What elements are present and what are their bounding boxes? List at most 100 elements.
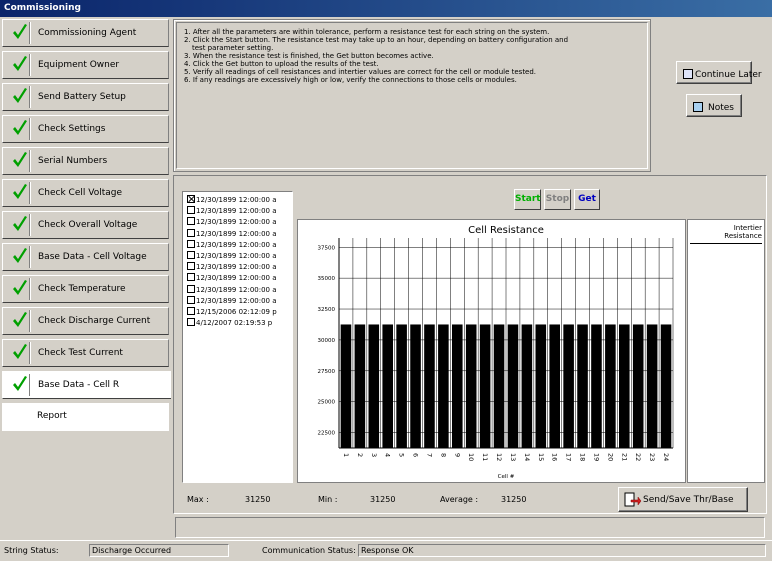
x-tick-label: 21: [620, 453, 628, 461]
test-date-checkbox[interactable]: [187, 195, 195, 203]
sidebar-item-label: Check Discharge Current: [38, 316, 151, 326]
test-date-item[interactable]: 12/30/1899 12:00:00 a: [187, 217, 277, 227]
test-date-item[interactable]: 12/30/1899 12:00:00 a: [187, 262, 277, 272]
test-date-item[interactable]: 12/15/2006 02:12:09 p: [187, 307, 277, 317]
checkmark-icon: [13, 344, 27, 359]
test-date-checkbox[interactable]: [187, 295, 195, 304]
test-date-checkbox[interactable]: [187, 262, 195, 271]
bar: [605, 324, 616, 448]
sidebar-item[interactable]: Check Settings: [2, 115, 169, 143]
sidebar-item-label: Commissioning Agent: [38, 28, 137, 38]
sidebar-item-divider: [29, 342, 31, 364]
notes-icon: [693, 102, 703, 112]
checkmark-icon: [13, 280, 27, 295]
send-save-label: Send/Save Thr/Base: [643, 495, 734, 505]
intertier-title: Intertier Resistance: [688, 224, 762, 240]
start-button[interactable]: Start: [514, 189, 541, 210]
bar: [646, 324, 658, 448]
x-tick-label: 18: [579, 453, 587, 461]
y-tick-label: 35000: [318, 276, 336, 282]
x-tick-label: 14: [523, 453, 531, 461]
sidebar-item-divider: [29, 86, 31, 108]
bar: [507, 324, 519, 448]
continue-later-button[interactable]: Continue Later: [676, 61, 762, 84]
sidebar-item[interactable]: Check Overall Voltage: [2, 211, 169, 239]
sidebar-item[interactable]: Equipment Owner: [2, 51, 169, 79]
instruction-line: 1. After all the parameters are within t…: [184, 28, 550, 36]
x-tick-label: 24: [662, 453, 670, 461]
sidebar-item[interactable]: Check Cell Voltage: [2, 179, 169, 207]
test-date-checkbox[interactable]: [187, 284, 195, 293]
y-tick-label: 30000: [318, 338, 336, 344]
chart-svg: Cell Resistance 22500 25000 27500 30000 32500…: [318, 225, 674, 480]
test-date-list[interactable]: 12/30/1899 12:00:00 a 12/30/1899 12:00:00…: [182, 191, 293, 483]
sidebar-item-divider: [29, 246, 31, 268]
test-date-checkbox[interactable]: [187, 228, 195, 237]
checkmark-icon: [13, 376, 27, 391]
sidebar-item-divider: [29, 22, 31, 44]
min-label: Min :: [318, 495, 338, 504]
test-date-item[interactable]: 12/30/1899 12:00:00 a: [187, 251, 277, 261]
send-save-button[interactable]: Send/Save Thr/Base: [618, 487, 748, 512]
y-tick-label: 25000: [318, 400, 336, 406]
test-date-item[interactable]: 12/30/1899 12:00:00 a: [187, 284, 277, 295]
instruction-line: 3. When the resistance test is finished,…: [184, 52, 434, 60]
status-bar: String Status: Discharge Occurred Commun…: [0, 540, 772, 561]
stop-button[interactable]: Stop: [544, 189, 571, 210]
test-date-checkbox[interactable]: [187, 239, 195, 248]
test-date-label: 4/12/2007 02:19:53 p: [196, 319, 273, 328]
test-date-item[interactable]: 4/12/2007 02:19:53 p: [187, 318, 272, 328]
y-tick-label: 37500: [318, 245, 336, 251]
bar: [591, 324, 602, 448]
test-date-label: 12/30/1899 12:00:00 a: [196, 218, 277, 227]
test-date-item[interactable]: 12/30/1899 12:00:00 a: [187, 206, 277, 216]
start-label: Start: [515, 194, 541, 204]
average-label: Average :: [440, 495, 479, 504]
sidebar-item[interactable]: Base Data - Cell R: [2, 371, 171, 399]
test-date-checkbox[interactable]: [187, 318, 195, 327]
stop-label: Stop: [545, 194, 570, 204]
sidebar-item-label: Check Cell Voltage: [38, 188, 122, 198]
test-date-checkbox[interactable]: [187, 251, 195, 259]
x-tick-label: 10: [467, 453, 475, 461]
test-date-label: 12/30/1899 12:00:00 a: [196, 196, 277, 204]
instruction-line: test parameter setting.: [192, 44, 274, 52]
sidebar-item-divider: [29, 374, 31, 396]
sidebar-item[interactable]: Check Discharge Current: [2, 307, 169, 335]
test-date-checkbox[interactable]: [187, 206, 195, 215]
sidebar-item[interactable]: Check Temperature: [2, 275, 169, 303]
sidebar-item[interactable]: Base Data - Cell Voltage: [2, 243, 169, 271]
test-date-item[interactable]: 12/30/1899 12:00:00 a: [187, 295, 277, 306]
test-date-item[interactable]: 12/30/1899 12:00:00 a: [187, 228, 277, 239]
test-date-item[interactable]: 12/30/1899 12:00:00 a: [187, 195, 277, 205]
bar: [382, 324, 393, 448]
x-tick-label: 19: [592, 453, 600, 461]
bar: [465, 324, 477, 448]
test-date-label: 12/30/1899 12:00:00 a: [196, 229, 277, 238]
notes-label: Notes: [708, 103, 734, 113]
get-button[interactable]: Get: [574, 189, 600, 210]
x-tick-label: 20: [606, 453, 614, 461]
communication-status-label: Communication Status:: [262, 546, 356, 555]
test-date-item[interactable]: 12/30/1899 12:00:00 a: [187, 273, 277, 283]
sidebar-item[interactable]: Report: [2, 403, 169, 431]
progress-bar: [175, 517, 765, 538]
x-tick-label: 11: [481, 453, 489, 461]
sidebar-item[interactable]: Send Battery Setup: [2, 83, 169, 111]
sidebar-item-label: Check Temperature: [38, 284, 126, 294]
notes-button[interactable]: Notes: [686, 94, 742, 117]
sidebar-item[interactable]: Check Test Current: [2, 339, 169, 367]
intertier-underline: [690, 243, 762, 244]
sidebar-item[interactable]: Commissioning Agent: [2, 19, 169, 47]
test-date-checkbox[interactable]: [187, 217, 195, 226]
test-date-checkbox[interactable]: [187, 273, 195, 282]
test-date-checkbox[interactable]: [187, 307, 195, 315]
intertier-title-line2: Resistance: [724, 232, 762, 240]
test-date-label: 12/30/1899 12:00:00 a: [196, 296, 277, 305]
x-tick-label: 13: [509, 453, 517, 461]
sidebar-item-label: Send Battery Setup: [38, 92, 126, 102]
sidebar-item[interactable]: Serial Numbers: [2, 147, 169, 175]
sidebar-item-label: Serial Numbers: [38, 156, 108, 166]
bar: [619, 324, 630, 448]
test-date-item[interactable]: 12/30/1899 12:00:00 a: [187, 239, 277, 250]
